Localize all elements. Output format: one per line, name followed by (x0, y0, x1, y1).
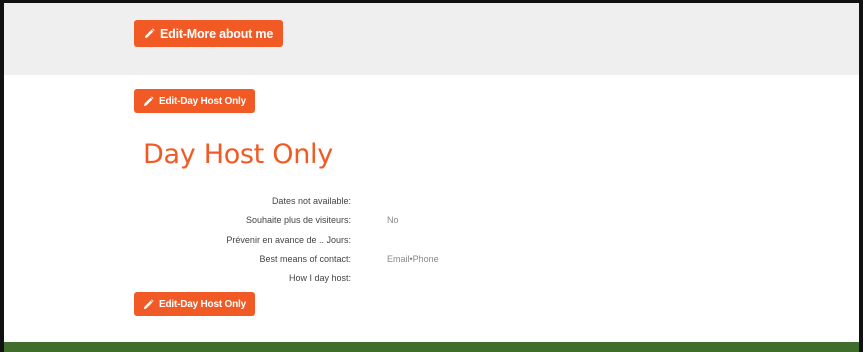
field-label: How I day host: (288, 273, 351, 283)
pencil-icon (143, 95, 154, 106)
edit-more-about-me-button[interactable]: Edit-More about me (134, 20, 284, 47)
edit-day-host-label: Edit-Day Host Only (159, 95, 246, 107)
edit-day-host-button-top[interactable]: Edit-Day Host Only (134, 89, 255, 113)
field-label: Best means of contact: (259, 254, 351, 264)
field-row-advance-notice: Prévenir en avance de .. Jours: (4, 235, 804, 249)
field-value: No (387, 215, 399, 225)
page-frame: Edit-More about me Edit-Day Host Only Da… (0, 0, 863, 352)
more-about-me-band (4, 3, 859, 75)
field-row-more-visitors: Souhaite plus de visiteurs: No (4, 215, 804, 229)
pencil-icon (144, 28, 155, 39)
edit-day-host-label: Edit-Day Host Only (159, 298, 246, 310)
field-label: Souhaite plus de visiteurs: (245, 215, 351, 225)
edit-day-host-button-bottom[interactable]: Edit-Day Host Only (134, 292, 255, 316)
edit-more-about-me-label: Edit-More about me (160, 26, 274, 41)
field-row-best-contact: Best means of contact: Email•Phone (4, 254, 804, 268)
section-title: Day Host Only (143, 139, 333, 170)
field-row-how-i-day-host: How I day host: (4, 273, 804, 287)
footer-band (4, 342, 859, 352)
field-label: Prévenir en avance de .. Jours: (226, 235, 351, 245)
field-label: Dates not available: (271, 196, 351, 206)
field-row-dates-not-available: Dates not available: (4, 196, 804, 210)
field-value: Email•Phone (387, 254, 439, 264)
pencil-icon (143, 298, 154, 309)
